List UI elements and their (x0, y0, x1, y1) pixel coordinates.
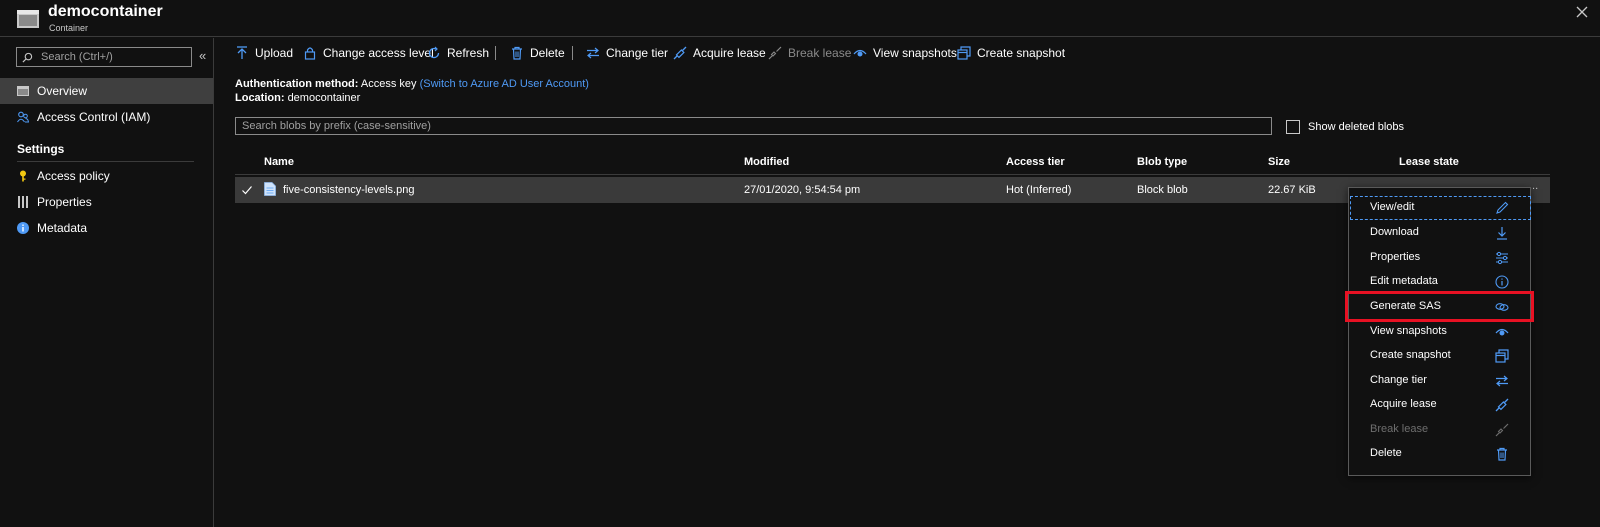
lock-icon (304, 47, 316, 60)
search-icon (22, 52, 33, 63)
page-title: democontainer (48, 3, 163, 20)
sidebar-search-input[interactable] (41, 48, 189, 66)
eye-icon (1495, 328, 1509, 336)
column-header-size[interactable]: Size (1268, 156, 1290, 168)
swap-icon (587, 47, 599, 59)
auth-method-label: Authentication method: (235, 78, 359, 90)
refresh-button[interactable]: Refresh (427, 44, 489, 62)
sidebar: « Overview Access Control (IAM) Settings… (0, 38, 214, 527)
info-icon (17, 222, 29, 234)
refresh-icon (428, 46, 440, 59)
blade-header: democontainer Container (0, 0, 1600, 37)
auth-method-value: Access key (360, 78, 417, 90)
change-tier-button[interactable]: Change tier (586, 44, 668, 62)
container-icon (17, 10, 39, 28)
blob-size: 22.67 KiB (1268, 184, 1316, 196)
toolbar-separator (495, 46, 496, 60)
menu-item-view-edit[interactable]: View/edit (1350, 196, 1531, 220)
trash-icon (1497, 447, 1507, 461)
menu-item-download[interactable]: Download (1350, 221, 1531, 245)
blob-search-input[interactable] (236, 118, 1271, 134)
people-icon (17, 111, 29, 123)
sidebar-item-access-control[interactable]: Access Control (IAM) (0, 104, 213, 130)
sidebar-item-overview[interactable]: Overview (0, 78, 213, 104)
snapshot-icon (957, 46, 971, 60)
break-lease-icon (1495, 423, 1509, 437)
upload-button[interactable]: Upload (235, 44, 293, 62)
menu-item-change-tier[interactable]: Change tier (1350, 369, 1531, 393)
location-value: democontainer (287, 92, 361, 104)
row-checkbox[interactable] (240, 183, 254, 197)
link-icon (1495, 303, 1509, 311)
acquire-lease-button[interactable]: Acquire lease (673, 44, 766, 62)
file-icon (264, 182, 276, 196)
menu-item-create-snapshot[interactable]: Create snapshot (1350, 344, 1531, 368)
sliders-icon (1496, 251, 1508, 265)
snapshot-icon (1495, 349, 1509, 363)
trash-icon (512, 46, 522, 60)
auth-method-line: Authentication method: Access key (Switc… (235, 78, 589, 90)
switch-auth-link[interactable]: (Switch to Azure AD User Account) (420, 78, 589, 90)
change-access-level-button[interactable]: Change access level (303, 44, 434, 62)
settings-heading: Settings (17, 142, 65, 156)
eye-icon (853, 49, 867, 57)
blob-type: Block blob (1137, 184, 1188, 196)
delete-button[interactable]: Delete (510, 44, 565, 62)
sidebar-item-metadata[interactable]: Metadata (0, 215, 213, 241)
properties-icon (18, 196, 28, 208)
lease-icon (1495, 398, 1509, 412)
sidebar-item-label: Metadata (37, 221, 88, 235)
key-icon (20, 170, 26, 182)
create-snapshot-button[interactable]: Create snapshot (957, 44, 1065, 62)
break-lease-button[interactable]: Break lease (768, 44, 851, 62)
blob-name[interactable]: five-consistency-levels.png (283, 184, 414, 196)
swap-icon (1496, 375, 1508, 387)
column-header-blob-type[interactable]: Blob type (1137, 156, 1187, 168)
toolbar: Upload Change access level Refresh Delet… (215, 38, 1600, 68)
menu-item-acquire-lease[interactable]: Acquire lease (1350, 393, 1531, 417)
pencil-icon (1496, 201, 1509, 214)
blob-modified: 27/01/2020, 9:54:54 pm (744, 184, 861, 196)
break-lease-icon (768, 46, 782, 60)
menu-item-properties[interactable]: Properties (1350, 246, 1531, 270)
column-header-name[interactable]: Name (264, 156, 294, 168)
close-icon[interactable] (1576, 6, 1588, 18)
menu-item-edit-metadata[interactable]: Edit metadata (1350, 270, 1531, 294)
lease-icon (673, 46, 687, 60)
show-deleted-label: Show deleted blobs (1308, 121, 1405, 133)
menu-item-delete[interactable]: Delete (1350, 442, 1531, 466)
sidebar-item-label: Access Control (IAM) (37, 110, 151, 124)
collapse-sidebar-button[interactable]: « (199, 49, 206, 63)
blob-context-menu: View/edit Download Properties Edit metad… (1348, 187, 1531, 476)
show-deleted-checkbox[interactable] (1286, 120, 1300, 134)
download-icon (1497, 227, 1507, 240)
menu-item-view-snapshots[interactable]: View snapshots (1350, 320, 1531, 344)
upload-icon (237, 46, 247, 59)
location-line: Location: democontainer (235, 92, 360, 104)
page-subtitle: Container (49, 23, 89, 33)
sidebar-search[interactable] (16, 47, 192, 67)
sidebar-item-label: Access policy (37, 169, 110, 183)
sidebar-item-label: Overview (37, 84, 88, 98)
sidebar-item-label: Properties (37, 195, 92, 209)
info-circle-icon (1495, 275, 1509, 289)
column-header-modified[interactable]: Modified (744, 156, 789, 168)
container-icon (17, 86, 29, 96)
sidebar-item-properties[interactable]: Properties (0, 189, 213, 215)
menu-item-break-lease[interactable]: Break lease (1350, 418, 1531, 442)
table-header-divider (235, 174, 1550, 175)
divider (17, 161, 194, 162)
view-snapshots-button[interactable]: View snapshots (853, 44, 957, 62)
column-header-lease-state[interactable]: Lease state (1399, 156, 1459, 168)
location-label: Location: (235, 92, 285, 104)
toolbar-separator (572, 46, 573, 60)
sidebar-item-access-policy[interactable]: Access policy (0, 163, 213, 189)
menu-item-generate-sas[interactable]: Generate SAS (1350, 295, 1531, 319)
blob-search-box[interactable] (235, 117, 1272, 135)
blob-access-tier: Hot (Inferred) (1006, 184, 1072, 196)
column-header-access-tier[interactable]: Access tier (1006, 156, 1065, 168)
